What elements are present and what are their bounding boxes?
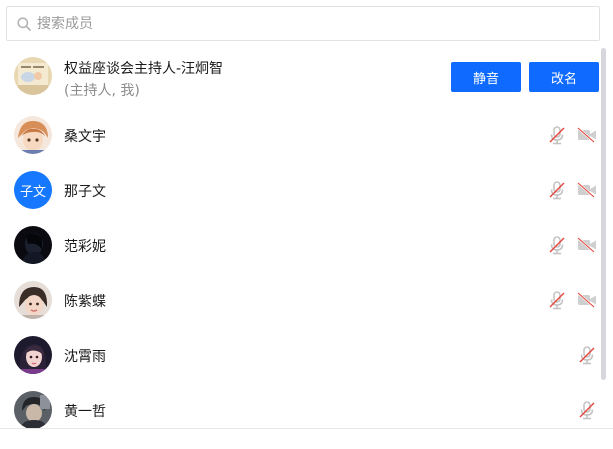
search-input[interactable] — [37, 15, 577, 32]
member-name: 权益座谈会主持人-汪炯智 — [64, 61, 224, 77]
member-name: 桑文宇 — [64, 128, 106, 145]
member-name: 陈紫蝶 — [64, 293, 106, 310]
member-name: 沈霄雨 — [64, 348, 106, 365]
mic-muted-icon[interactable] — [547, 235, 567, 255]
camera-off-icon[interactable] — [577, 125, 597, 145]
member-panel: 权益座谈会主持人-汪炯智 (主持人, 我) 静音 改名 桑文宇 — [0, 0, 613, 449]
avatar: 子文 — [14, 171, 52, 209]
member-name: 范彩妮 — [64, 238, 106, 255]
avatar — [14, 281, 52, 319]
member-row[interactable]: 黄一哲 — [0, 383, 605, 428]
member-row[interactable]: 陈紫蝶 — [0, 273, 605, 328]
mute-button[interactable]: 静音 — [451, 62, 521, 92]
divider — [0, 428, 613, 429]
member-row[interactable]: 桑文宇 — [0, 108, 605, 163]
mic-muted-icon[interactable] — [547, 290, 567, 310]
scrollbar[interactable] — [601, 48, 606, 380]
mic-muted-icon[interactable] — [577, 400, 597, 420]
mic-muted-icon[interactable] — [547, 180, 567, 200]
member-name: 黄一哲 — [64, 403, 106, 420]
mic-muted-icon[interactable] — [547, 125, 567, 145]
member-name: 那子文 — [64, 183, 106, 200]
rename-button[interactable]: 改名 — [529, 62, 599, 92]
avatar — [14, 57, 52, 95]
camera-off-icon[interactable] — [577, 290, 597, 310]
member-list[interactable]: 权益座谈会主持人-汪炯智 (主持人, 我) 静音 改名 桑文宇 子文 那子文 范… — [0, 45, 605, 428]
member-row-host[interactable]: 权益座谈会主持人-汪炯智 (主持人, 我) 静音 改名 — [0, 45, 605, 108]
avatar — [14, 116, 52, 154]
member-row[interactable]: 沈霄雨 — [0, 328, 605, 383]
member-row[interactable]: 范彩妮 — [0, 218, 605, 273]
search-icon — [16, 16, 32, 32]
mic-muted-icon[interactable] — [577, 345, 597, 365]
search-box[interactable] — [6, 6, 600, 41]
camera-off-icon[interactable] — [577, 180, 597, 200]
member-role: (主持人, 我) — [64, 83, 140, 99]
avatar — [14, 391, 52, 428]
avatar — [14, 226, 52, 264]
member-row[interactable]: 子文 那子文 — [0, 163, 605, 218]
avatar — [14, 336, 52, 374]
camera-off-icon[interactable] — [577, 235, 597, 255]
